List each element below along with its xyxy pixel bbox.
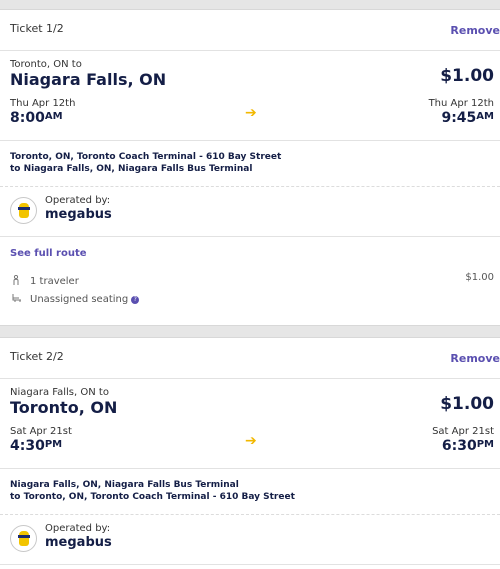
- ticket-header: Ticket 1/2 Remove: [0, 10, 500, 51]
- trip-summary: Toronto, ON to Niagara Falls, ON $1.00 T…: [0, 51, 500, 141]
- traveler-price: $1.00: [465, 272, 494, 283]
- ticket-card-1: Ticket 1/2 Remove Toronto, ON to Niagara…: [0, 9, 500, 326]
- route-details: Toronto, ON, Toronto Coach Terminal - 61…: [0, 141, 500, 187]
- see-full-route-link[interactable]: See full route: [10, 248, 87, 259]
- operator-section: Operated by: megabus: [0, 515, 500, 565]
- depart-time: 4:30PM: [10, 438, 63, 454]
- megabus-logo-icon: [10, 525, 37, 552]
- arrive-date: Thu Apr 12th: [428, 98, 494, 109]
- right-arrow-icon: ➔: [245, 433, 257, 449]
- trip-summary: Niagara Falls, ON to Toronto, ON $1.00 S…: [0, 379, 500, 469]
- destination-title: Toronto, ON: [10, 398, 118, 417]
- depart-time: 8:00AM: [10, 110, 63, 126]
- megabus-logo-icon: [10, 197, 37, 224]
- traveler-count: 1 traveler: [30, 276, 79, 287]
- depart-date: Thu Apr 12th: [10, 98, 76, 109]
- traveler-row: 1 traveler $1.00: [0, 272, 500, 290]
- ticket-price: $1.00: [440, 66, 494, 86]
- ticket-label: Ticket 1/2: [10, 22, 64, 35]
- destination-title: Niagara Falls, ON: [10, 70, 167, 89]
- remove-button[interactable]: Remove: [450, 352, 500, 365]
- seating-label: Unassigned seating?: [30, 294, 140, 305]
- seating-row: Unassigned seating?: [0, 290, 500, 308]
- person-icon: [12, 274, 20, 289]
- route-to: to Niagara Falls, ON, Niagara Falls Bus …: [10, 164, 253, 174]
- arrive-time: 6:30PM: [441, 438, 494, 454]
- depart-date: Sat Apr 21st: [10, 426, 72, 437]
- operated-by-label: Operated by:: [45, 195, 111, 206]
- ticket-label: Ticket 2/2: [10, 350, 64, 363]
- origin-label: Toronto, ON to: [10, 59, 82, 70]
- operated-by-label: Operated by:: [45, 523, 111, 534]
- route-from: Niagara Falls, ON, Niagara Falls Bus Ter…: [10, 480, 239, 490]
- seat-icon: [12, 293, 23, 306]
- ticket-header: Ticket 2/2 Remove: [0, 338, 500, 379]
- operator-name: megabus: [45, 207, 112, 222]
- arrive-time: 9:45AM: [441, 110, 494, 126]
- route-to: to Toronto, ON, Toronto Coach Terminal -…: [10, 492, 295, 502]
- ticket-card-2: Ticket 2/2 Remove Niagara Falls, ON to T…: [0, 337, 500, 569]
- right-arrow-icon: ➔: [245, 105, 257, 121]
- route-from: Toronto, ON, Toronto Coach Terminal - 61…: [10, 152, 282, 162]
- origin-label: Niagara Falls, ON to: [10, 387, 109, 398]
- route-details: Niagara Falls, ON, Niagara Falls Bus Ter…: [0, 469, 500, 515]
- operator-section: Operated by: megabus: [0, 187, 500, 237]
- ticket-price: $1.00: [440, 394, 494, 414]
- remove-button[interactable]: Remove: [450, 24, 500, 37]
- operator-name: megabus: [45, 535, 112, 550]
- see-full-route-row: See full route: [0, 237, 500, 261]
- arrive-date: Sat Apr 21st: [432, 426, 494, 437]
- help-icon[interactable]: ?: [131, 296, 140, 304]
